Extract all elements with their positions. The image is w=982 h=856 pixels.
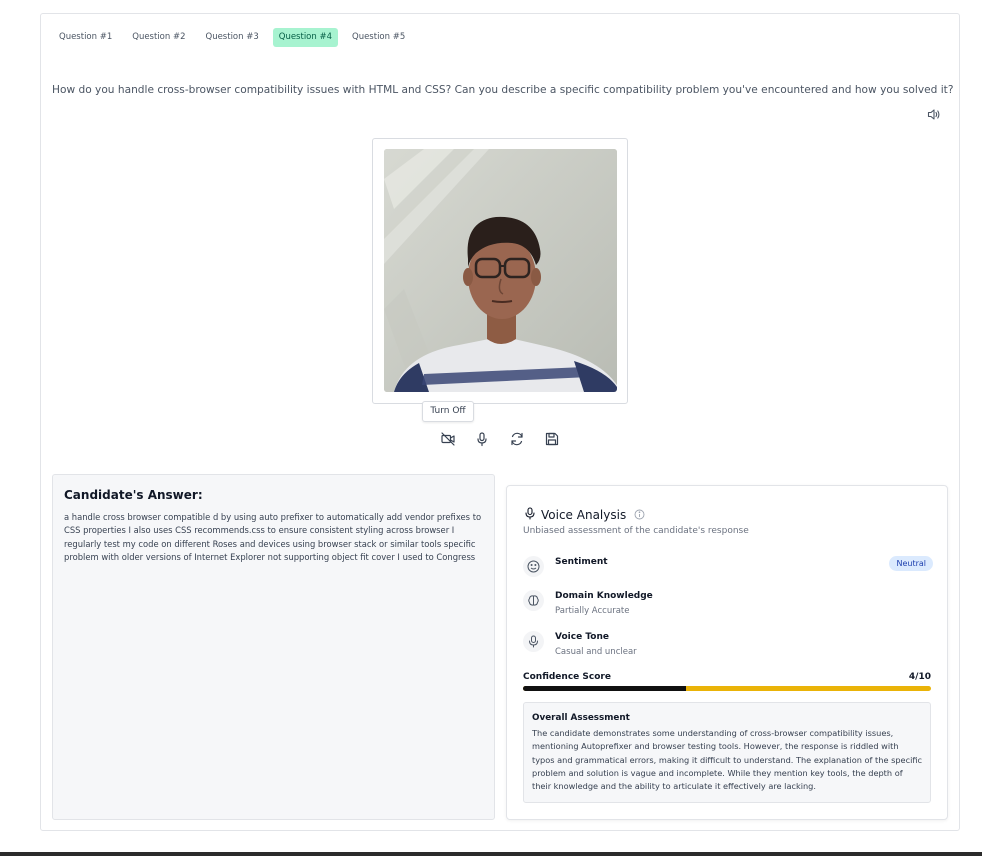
tab-question-1[interactable]: Question #1 <box>53 28 118 47</box>
brain-icon <box>523 590 544 611</box>
voice-analysis-title: Voice Analysis <box>541 507 627 522</box>
smile-icon <box>523 556 544 577</box>
confidence-bar-fill <box>523 686 687 691</box>
tab-question-2[interactable]: Question #2 <box>126 28 191 47</box>
refresh-icon[interactable] <box>509 431 525 447</box>
question-text: How do you handle cross-browser compatib… <box>52 84 954 96</box>
metric-voice-tone: Voice Tone Casual and unclear <box>523 631 933 661</box>
bottom-border <box>0 852 982 856</box>
metric-domain-knowledge: Domain Knowledge Partially Accurate <box>523 590 933 620</box>
video-preview-card <box>372 138 628 404</box>
candidate-video <box>384 149 617 392</box>
voice-analysis-subtitle: Unbiased assessment of the candidate's r… <box>523 526 749 536</box>
answer-title: Candidate's Answer: <box>64 488 203 502</box>
microphone-icon[interactable] <box>474 431 490 447</box>
sentiment-badge: Neutral <box>889 556 933 571</box>
domain-knowledge-label: Domain Knowledge <box>555 591 653 601</box>
voice-analysis-card: Voice Analysis Unbiased assessment of th… <box>506 485 948 820</box>
microphone-icon <box>524 505 536 524</box>
save-icon[interactable] <box>544 431 560 447</box>
voice-tone-value: Casual and unclear <box>555 647 637 657</box>
confidence-bar <box>523 686 931 691</box>
answer-text: a handle cross browser compatible d by u… <box>64 512 482 563</box>
confidence-label: Confidence Score <box>523 672 611 682</box>
metric-sentiment: Sentiment Neutral <box>523 556 933 586</box>
tooltip-turn-off: Turn Off <box>422 401 474 422</box>
sentiment-label: Sentiment <box>555 557 608 567</box>
overall-assessment-title: Overall Assessment <box>532 713 630 723</box>
microphone-icon <box>523 631 544 652</box>
info-icon[interactable] <box>634 505 645 524</box>
tab-question-5[interactable]: Question #5 <box>346 28 411 47</box>
overall-assessment-box: Overall Assessment The candidate demonst… <box>523 702 931 803</box>
tab-question-4[interactable]: Question #4 <box>272 28 338 47</box>
voice-tone-label: Voice Tone <box>555 632 609 642</box>
camera-off-icon[interactable] <box>440 431 456 447</box>
question-tabs: Question #1 Question #2 Question #3 Ques… <box>53 28 411 47</box>
speaker-icon[interactable] <box>927 106 941 120</box>
confidence-value: 4/10 <box>908 672 931 682</box>
candidate-answer-card: Candidate's Answer: a handle cross brows… <box>52 474 495 820</box>
tab-question-3[interactable]: Question #3 <box>200 28 265 47</box>
overall-assessment-text: The candidate demonstrates some understa… <box>532 728 923 792</box>
domain-knowledge-value: Partially Accurate <box>555 606 630 616</box>
voice-analysis-header: Voice Analysis <box>524 505 645 524</box>
